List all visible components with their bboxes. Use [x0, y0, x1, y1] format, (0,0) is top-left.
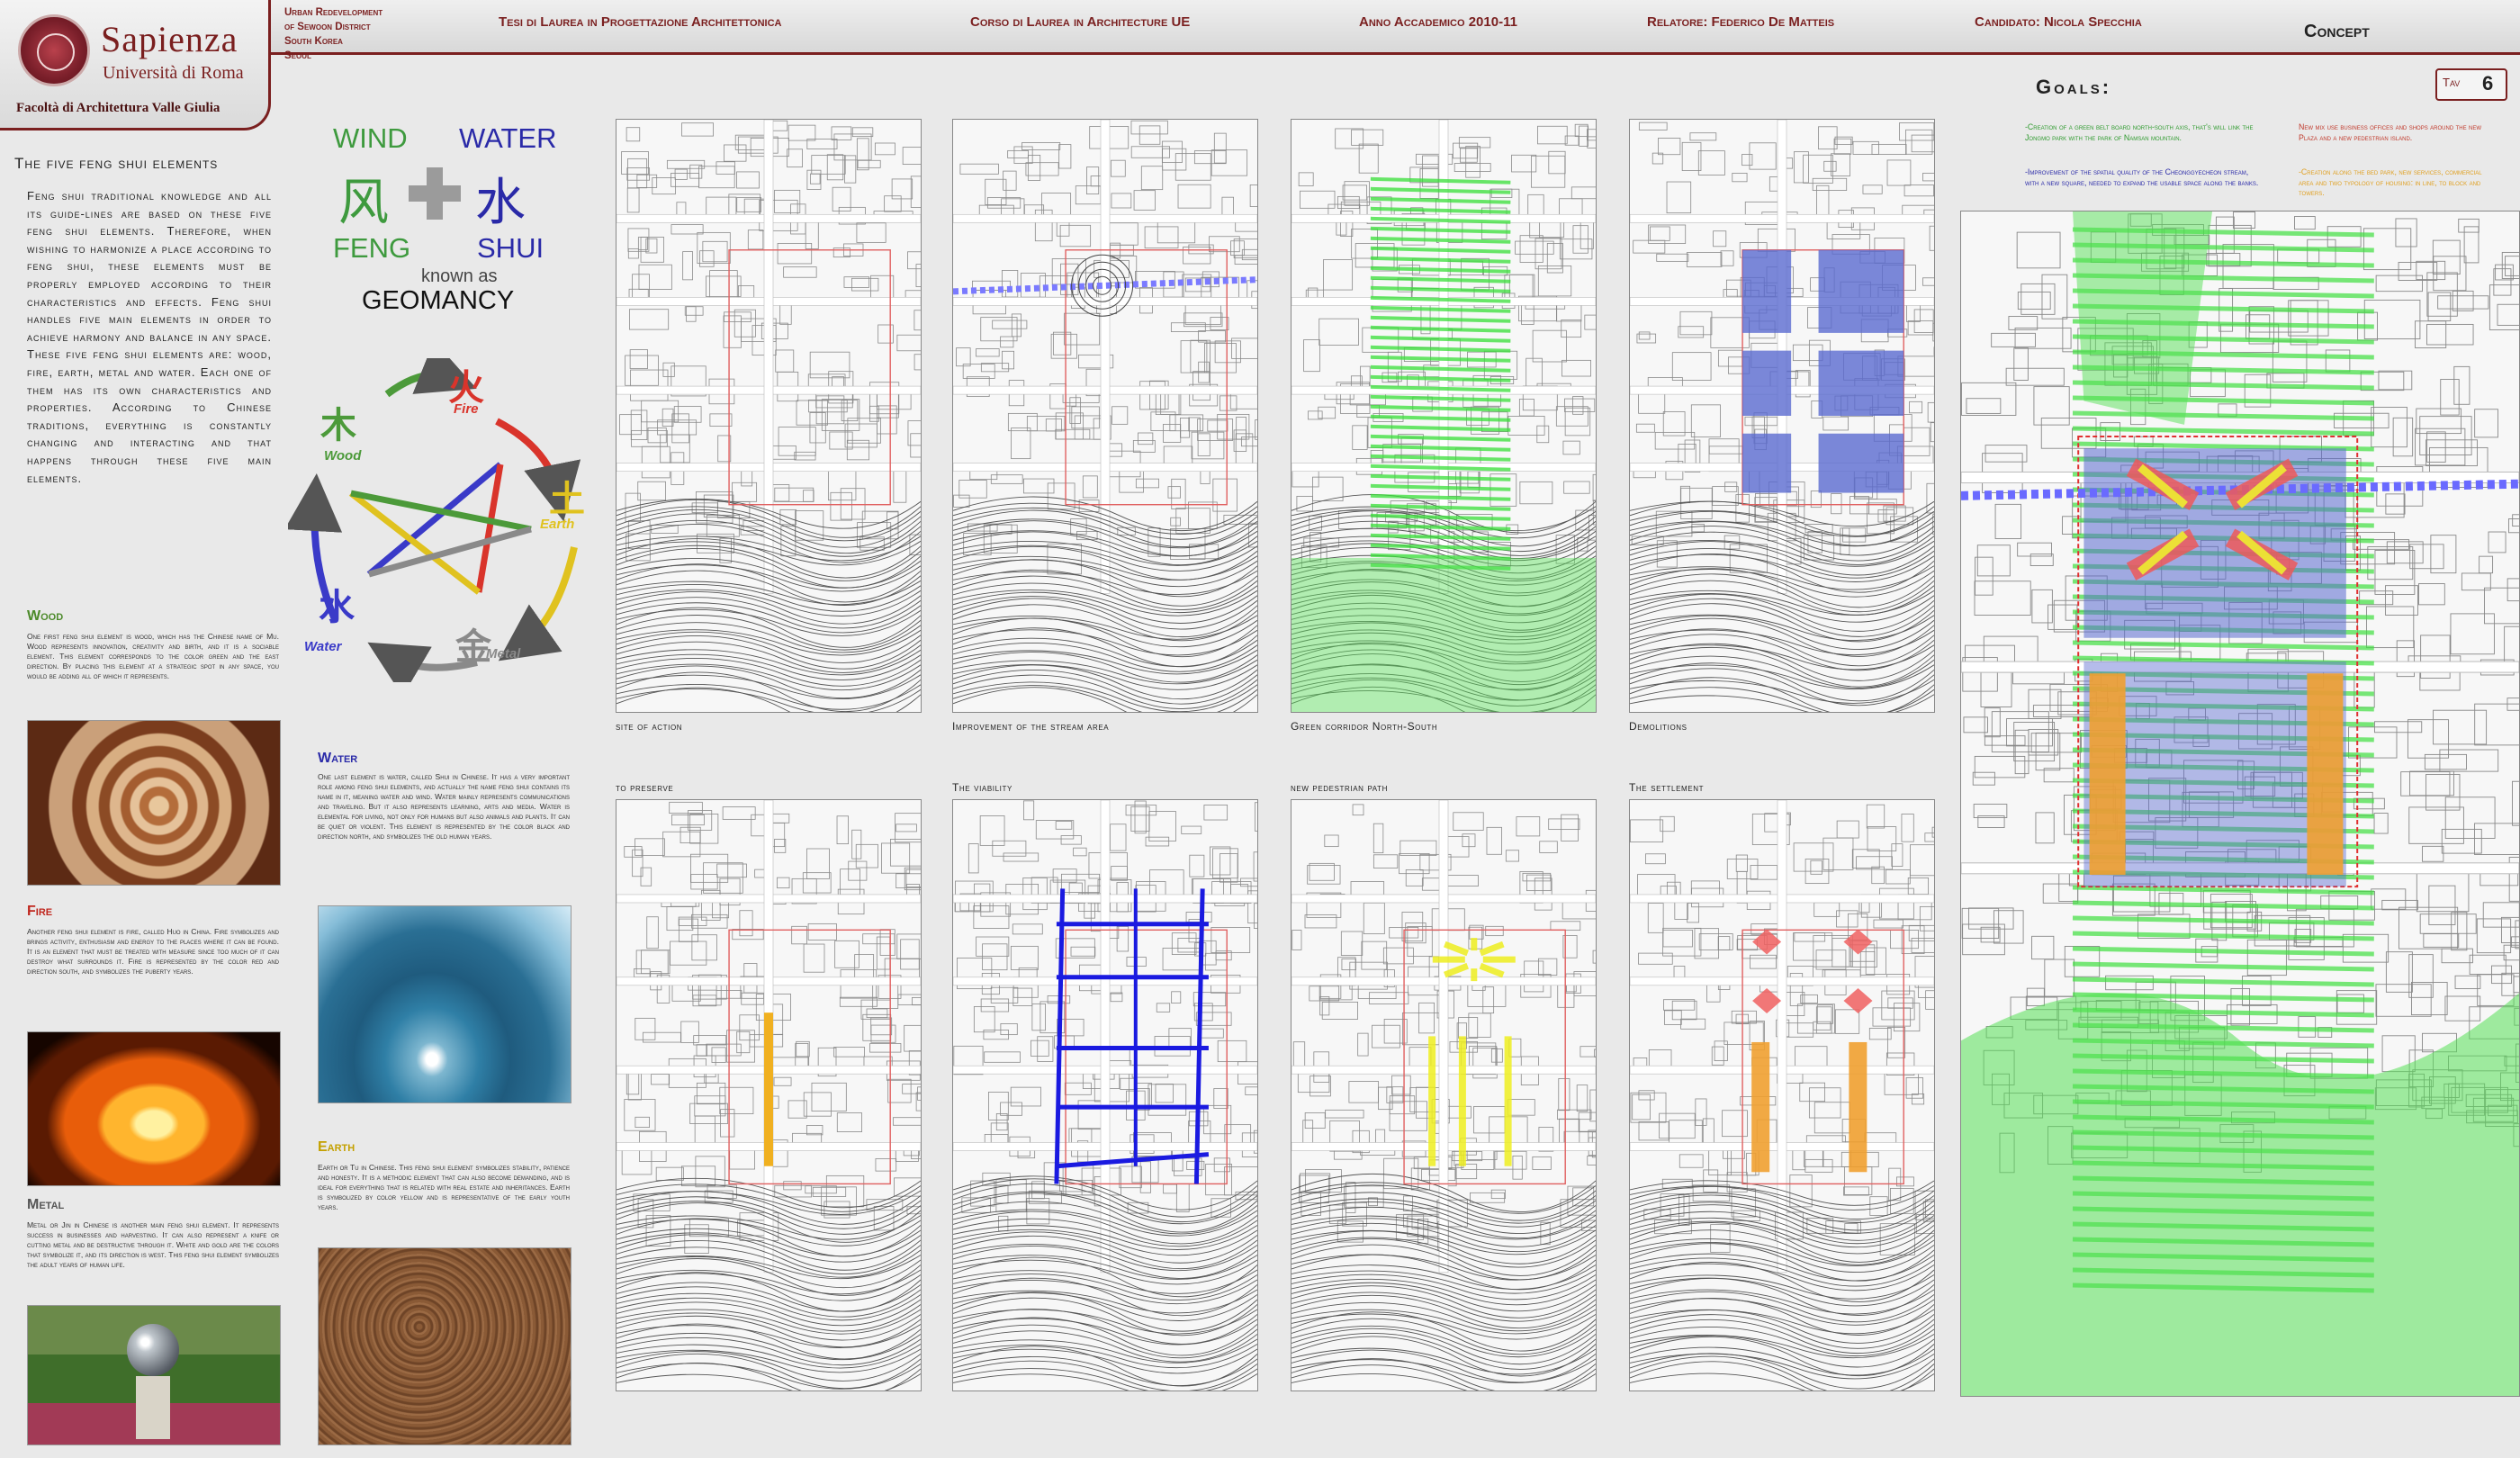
metal-text: Metal or Jin in Chinese is another main … — [27, 1220, 279, 1269]
metal-cycle-label: Metal — [486, 646, 521, 662]
water-cycle-label: Water — [304, 639, 342, 654]
earth-cycle-label: Earth — [540, 517, 575, 532]
project-title: Urban Redevelopment of Sewoon District S… — [284, 7, 383, 61]
goal-housing: -Creation along the bed park, new servic… — [2299, 167, 2482, 197]
goal-green-belt: -Creation of a green belt board north-so… — [2025, 122, 2254, 142]
wood-character: 木 — [320, 406, 356, 446]
map-caption-1: site of action — [616, 720, 683, 733]
map-3 — [1291, 119, 1597, 713]
water-photo — [318, 905, 572, 1103]
thesis-label: Tesi di Laurea in Progettazione Architet… — [499, 14, 782, 30]
earth-title: Earth — [318, 1139, 356, 1155]
map-8 — [1629, 799, 1935, 1391]
map-caption-6: The viability — [952, 781, 1012, 794]
feng-label: FENG — [333, 232, 411, 264]
header: Sapienza Università di Roma Facoltà di A… — [0, 0, 2520, 130]
university-seal-icon — [18, 14, 90, 86]
map-2 — [952, 119, 1258, 713]
map-caption-8: The settlement — [1629, 781, 1705, 794]
feng-character: 风 — [338, 174, 389, 230]
map-1 — [616, 119, 922, 713]
shui-character: 水 — [475, 174, 526, 230]
goal-stream: -Improvement of the spatial quality of t… — [2025, 167, 2259, 187]
fire-cycle-label: Fire — [454, 401, 479, 417]
section-title: Concept — [2304, 22, 2370, 41]
fire-photo — [27, 1031, 281, 1186]
map-caption-2: Improvement of the stream area — [952, 720, 1110, 733]
known-as-label: known as — [421, 266, 498, 286]
water-character: 水 — [319, 588, 355, 627]
university-name: Sapienza — [101, 19, 238, 59]
map-caption-4: Demolitions — [1629, 720, 1688, 733]
map-caption-3: Green corridor North-South — [1291, 720, 1438, 733]
fire-text: Another feng shui element is fire, calle… — [27, 927, 279, 976]
shui-label: SHUI — [477, 232, 544, 264]
wood-photo — [27, 720, 281, 886]
logo-plate: Sapienza Università di Roma Facoltà di A… — [0, 0, 271, 130]
map-6 — [952, 799, 1258, 1391]
candidate-label: Candidato: Nicola Specchia — [1975, 14, 2142, 30]
map-7 — [1291, 799, 1597, 1391]
advisor-label: Relatore: Federico De Matteis — [1647, 14, 1835, 30]
water-text: One last element is water, called Shui i… — [318, 772, 570, 841]
wood-title: Wood — [27, 608, 64, 624]
year-label: Anno Accademico 2010-11 — [1359, 14, 1517, 30]
water-title: Water — [318, 751, 358, 766]
wind-label: WIND — [333, 122, 408, 154]
map-4 — [1629, 119, 1935, 713]
goal-business: New mix use business offices and shops a… — [2299, 122, 2482, 142]
earth-photo — [318, 1247, 572, 1445]
wood-text: One first feng shui element is wood, whi… — [27, 632, 279, 680]
fire-title: Fire — [27, 904, 53, 919]
water-label: WATER — [459, 122, 557, 154]
earth-text: Earth or Tu in Chinese. This feng shui e… — [318, 1163, 570, 1211]
wood-cycle-label: Wood — [324, 448, 362, 464]
map-caption-5: to preserve — [616, 781, 674, 794]
earth-character: 土 — [549, 480, 585, 519]
metal-character: 金 — [455, 627, 491, 667]
goals-title: Goals: — [2036, 76, 2112, 98]
elements-title: The five feng shui elements — [14, 155, 219, 172]
metal-photo — [27, 1305, 281, 1445]
concept-master-map — [1960, 211, 2520, 1397]
five-elements-cycle: 火 Fire 土 Earth 金 Metal 水 Water 木 Wood — [284, 340, 594, 697]
map-5 — [616, 799, 922, 1391]
map-caption-7: new pedestrian path — [1291, 781, 1389, 794]
university-subtitle: Università di Roma — [103, 63, 244, 83]
metal-title: Metal — [27, 1197, 65, 1212]
sheet-number-box: Tav 6 — [2435, 68, 2507, 101]
geomancy-label: GEOMANCY — [362, 286, 515, 315]
faculty-name: Facoltà di Architettura Valle Giulia — [16, 101, 220, 115]
course-label: Corso di Laurea in Architecture UE — [970, 14, 1191, 30]
sheet-number: 6 — [2482, 72, 2494, 94]
intro-text: Feng shui traditional knowledge and all … — [27, 189, 272, 485]
